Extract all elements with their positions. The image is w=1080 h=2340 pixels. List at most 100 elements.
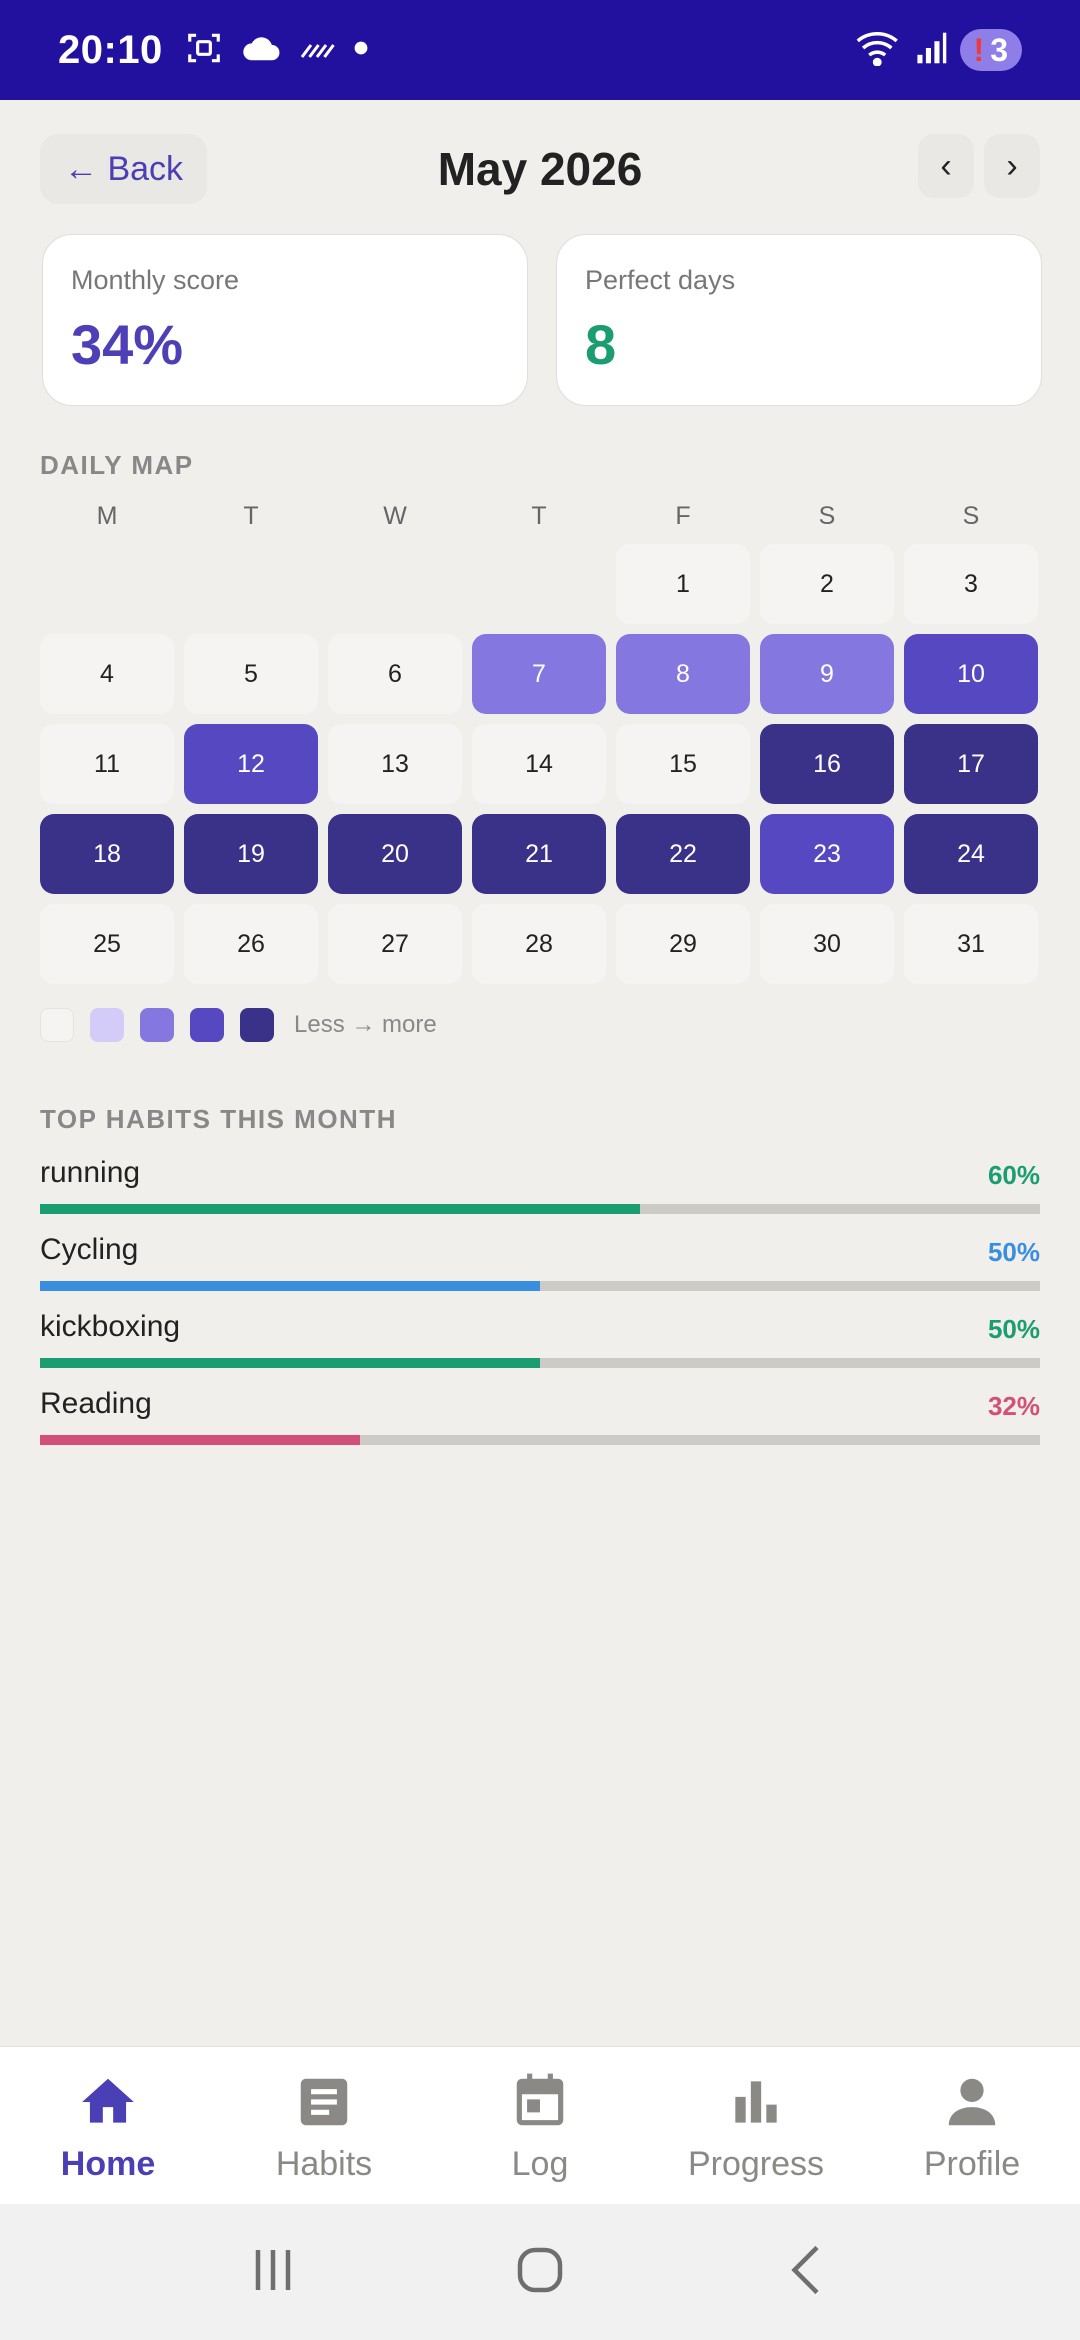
calendar-day[interactable]: 4 (40, 634, 174, 714)
habit-name: Reading (40, 1387, 152, 1420)
nav-profile-label: Profile (923, 2145, 1021, 2183)
calendar-day[interactable]: 8 (616, 634, 750, 714)
calendar-day[interactable]: 30 (760, 904, 894, 984)
haze-icon (299, 36, 335, 65)
nav-progress-label: Progress (687, 2145, 825, 2183)
calendar-day[interactable]: 24 (904, 814, 1038, 894)
perfect-days-card: Perfect days 8 (556, 234, 1042, 406)
nav-home-label: Home (60, 2145, 156, 2183)
back-button[interactable]: ← Back (40, 134, 208, 204)
habit-name: kickboxing (40, 1310, 181, 1343)
calendar-day[interactable]: 13 (328, 724, 462, 804)
top-habits-title: TOP HABITS THIS MONTH (40, 1104, 397, 1134)
calendar-day[interactable]: 16 (760, 724, 894, 804)
nav-log-label: Log (511, 2145, 569, 2183)
calendar-day[interactable]: 7 (472, 634, 606, 714)
dot-icon (353, 40, 369, 61)
nav-habits-label: Habits (275, 2145, 373, 2183)
calendar-day[interactable]: 26 (184, 904, 318, 984)
bar-chart-icon (735, 2081, 777, 2123)
calendar-day[interactable]: 1 (616, 544, 750, 624)
nav-home[interactable]: Home (0, 2047, 216, 2204)
habit-percent: 50% (987, 1314, 1040, 1344)
habit-progress-fill (40, 1281, 540, 1291)
calendar-blank-cell (328, 544, 462, 624)
calendar-day[interactable]: 27 (328, 904, 462, 984)
monthly-score-label: Monthly score (71, 265, 240, 295)
calendar-day[interactable]: 18 (40, 814, 174, 894)
calendar-day[interactable]: 31 (904, 904, 1038, 984)
perfect-days-label: Perfect days (585, 265, 736, 295)
status-bar: 20:10 ! 3 (0, 0, 1080, 100)
calendar-icon (516, 2073, 564, 2126)
home-system-button[interactable] (510, 2240, 570, 2305)
calendar-day[interactable]: 20 (328, 814, 462, 894)
month-header: ← Back May 2026 ‹ › (40, 134, 1040, 204)
habits-icon (300, 2078, 348, 2126)
daily-map-title: DAILY MAP (40, 450, 194, 480)
calendar-day[interactable]: 10 (904, 634, 1038, 714)
habit-percent: 32% (987, 1391, 1040, 1421)
weekday-label: W (383, 502, 407, 530)
next-month-button[interactable]: › (984, 134, 1040, 198)
calendar-day[interactable]: 15 (616, 724, 750, 804)
calendar-day[interactable]: 2 (760, 544, 894, 624)
calendar-day[interactable]: 3 (904, 544, 1038, 624)
nav-progress[interactable]: Progress (648, 2047, 864, 2204)
weekday-label: M (96, 502, 118, 530)
person-icon (948, 2078, 996, 2126)
calendar-day[interactable]: 28 (472, 904, 606, 984)
calendar-day[interactable]: 29 (616, 904, 750, 984)
legend-swatch (240, 1008, 274, 1042)
habit-name: running (40, 1156, 141, 1189)
habit-progress-track (40, 1281, 1040, 1291)
habit-percent: 50% (987, 1237, 1040, 1267)
notification-count: 3 (990, 31, 1008, 68)
nav-profile[interactable]: Profile (864, 2047, 1080, 2204)
calendar-day[interactable]: 22 (616, 814, 750, 894)
habit-progress-fill (40, 1435, 360, 1445)
alert-icon: ! (973, 31, 985, 68)
calendar-day[interactable]: 5 (184, 634, 318, 714)
calendar-day[interactable]: 14 (472, 724, 606, 804)
calendar-day[interactable]: 19 (184, 814, 318, 894)
habit-progress-fill (40, 1358, 540, 1368)
calendar-day[interactable]: 23 (760, 814, 894, 894)
calendar-blank-cell (184, 544, 318, 624)
calendar-day[interactable]: 21 (472, 814, 606, 894)
heatmap-legend: Less → more (40, 1008, 437, 1042)
habit-row[interactable]: running 60% (40, 1156, 1040, 1216)
system-nav-bar (0, 2204, 1080, 2340)
screenshot-icon (185, 29, 223, 72)
signal-icon (914, 31, 948, 70)
habit-name: Cycling (40, 1233, 139, 1266)
perfect-days-value: 8 (585, 313, 617, 376)
habit-row[interactable]: kickboxing 50% (40, 1310, 1040, 1370)
status-time: 20:10 (58, 27, 163, 72)
home-icon (82, 2078, 134, 2123)
nav-habits[interactable]: Habits (216, 2047, 432, 2204)
legend-swatch (140, 1008, 174, 1042)
calendar-day[interactable]: 25 (40, 904, 174, 984)
habit-progress-fill (40, 1204, 640, 1214)
habit-percent: 60% (987, 1160, 1040, 1190)
prev-month-button[interactable]: ‹ (918, 134, 974, 198)
recent-apps-icon (256, 2249, 291, 2290)
habit-row[interactable]: Reading 32% (40, 1387, 1040, 1447)
calendar-day[interactable]: 17 (904, 724, 1038, 804)
calendar-day[interactable]: 12 (184, 724, 318, 804)
notification-badge: ! 3 (959, 29, 1022, 71)
calendar-day[interactable]: 9 (760, 634, 894, 714)
habit-row[interactable]: Cycling 50% (40, 1233, 1040, 1293)
calendar-day[interactable]: 11 (40, 724, 174, 804)
wifi-icon (856, 30, 902, 71)
weekday-label: S (818, 502, 836, 530)
nav-log[interactable]: Log (432, 2047, 648, 2204)
weekday-label: S (962, 502, 980, 530)
recent-apps-button[interactable] (243, 2240, 303, 2305)
weekday-header: MTWTFSS (40, 502, 1040, 531)
back-system-button[interactable] (777, 2240, 837, 2305)
weekday-label: T (243, 502, 259, 530)
calendar-day[interactable]: 6 (328, 634, 462, 714)
calendar-grid: 1 2 3 4 5 6 7 8 9 10 11 12 13 14 15 16 17 18 19 20 21 22 23 24 2… (40, 544, 1040, 984)
